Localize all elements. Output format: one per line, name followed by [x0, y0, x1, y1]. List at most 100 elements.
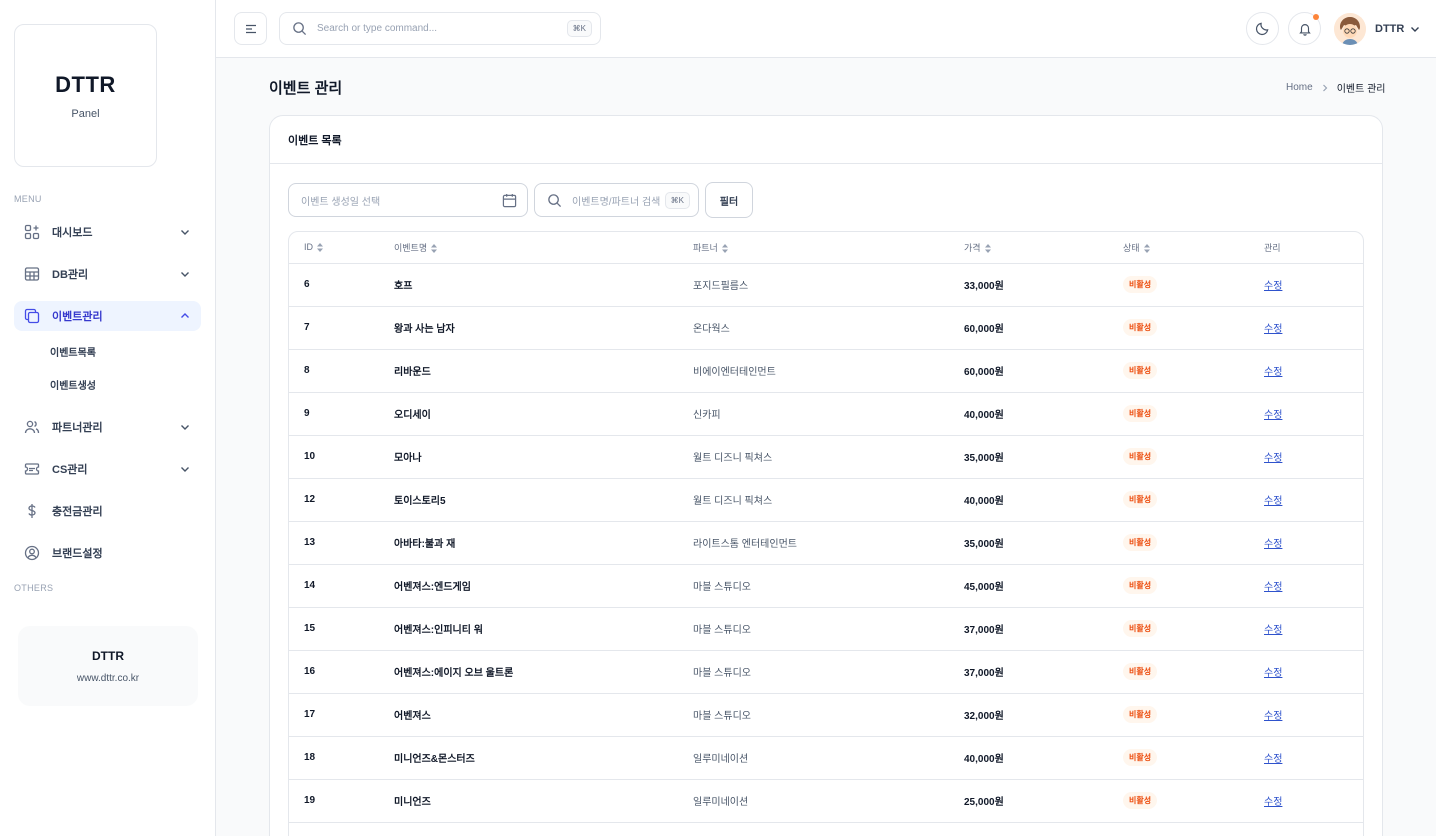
sort-icon — [984, 243, 991, 253]
chevron-down-icon — [181, 467, 189, 472]
event-date-picker[interactable]: 이벤트 생성일 선택 — [288, 183, 528, 217]
status-badge: 비활성 — [1123, 448, 1158, 465]
cell-action: 수정 — [1264, 693, 1363, 737]
sidebar-item-events[interactable]: 이벤트관리 — [14, 301, 201, 331]
date-placeholder: 이벤트 생성일 선택 — [301, 196, 381, 208]
cell-price: 45,000원 — [964, 564, 1123, 608]
cell-status: 비활성 — [1123, 349, 1264, 393]
edit-link[interactable]: 수정 — [1264, 453, 1282, 464]
cell-action: 수정 — [1264, 521, 1363, 565]
menu-section-label: MENU — [14, 194, 42, 204]
edit-link[interactable]: 수정 — [1264, 496, 1282, 507]
edit-link[interactable]: 수정 — [1264, 582, 1282, 593]
table-row: 15 어벤져스:인피니티 워 마블 스튜디오 37,000원 비활성 수정 — [289, 607, 1363, 651]
sidebar-toggle-button[interactable] — [234, 12, 267, 45]
table-body: 6 호프 포지드필름스 33,000원 비활성 수정 7 왕과 사는 남자 온다웍스 60,000… — [289, 263, 1363, 823]
status-badge: 비활성 — [1123, 663, 1158, 680]
edit-link[interactable]: 수정 — [1264, 367, 1282, 378]
cell-id: 8 — [289, 349, 394, 393]
edit-link[interactable]: 수정 — [1264, 625, 1282, 636]
event-table: ID 이벤트명 파트너 가격 상태 관리 6 호프 포지드필름스 33,000원 비활성… — [288, 231, 1364, 836]
search-icon — [293, 22, 307, 36]
sidebar-item-charge[interactable]: 충전금관리 — [14, 496, 201, 526]
cell-partner: 마블 스튜디오 — [693, 650, 964, 694]
table-icon — [24, 266, 40, 282]
others-section-label: OTHERS — [14, 583, 54, 593]
sidebar-item-db[interactable]: DB관리 — [14, 259, 201, 289]
table-header-row: ID 이벤트명 파트너 가격 상태 관리 — [289, 232, 1363, 264]
promo-card: DTTR www.dttr.co.kr — [18, 626, 198, 706]
table-row: 16 어벤져스:에이지 오브 울트론 마블 스튜디오 37,000원 비활성 수정 — [289, 650, 1363, 694]
moon-icon — [1255, 22, 1269, 36]
cell-id: 18 — [289, 736, 394, 780]
global-search[interactable]: Search or type command... ⌘K — [279, 12, 601, 45]
sidebar-item-dashboard[interactable]: 대시보드 — [14, 217, 201, 247]
column-header-price[interactable]: 가격 — [964, 232, 1123, 264]
table-row: 18 미니언즈&몬스터즈 일루미네이션 40,000원 비활성 수정 — [289, 736, 1363, 780]
edit-link[interactable]: 수정 — [1264, 539, 1282, 550]
cell-id: 17 — [289, 693, 394, 737]
sidebar-subitem-event-create[interactable]: 이벤트생성 — [14, 368, 201, 401]
cell-partner: 월트 디즈니 픽쳐스 — [693, 478, 964, 522]
sidebar-item-label: CS관리 — [52, 464, 88, 476]
cell-id: 19 — [289, 779, 394, 823]
cell-partner: 온다웍스 — [693, 306, 964, 350]
promo-url[interactable]: www.dttr.co.kr — [77, 673, 139, 684]
column-header-id[interactable]: ID — [289, 232, 394, 264]
cell-price: 60,000원 — [964, 306, 1123, 350]
sidebar-item-label: 충전금관리 — [52, 506, 103, 518]
cell-action: 수정 — [1264, 607, 1363, 651]
edit-link[interactable]: 수정 — [1264, 797, 1282, 808]
cell-price: 33,000원 — [964, 263, 1123, 307]
brand-logo-card[interactable]: DTTR Panel — [14, 24, 157, 167]
cell-id: 10 — [289, 435, 394, 479]
sidebar: DTTR Panel MENU 대시보드 DB관리 이벤트관리 이벤트목록 이벤… — [0, 0, 216, 836]
cell-price: 37,000원 — [964, 607, 1123, 651]
sidebar-item-brand-settings[interactable]: 브랜드설정 — [14, 538, 201, 568]
cell-event-name: 토이스토리5 — [394, 478, 693, 522]
edit-link[interactable]: 수정 — [1264, 754, 1282, 765]
table-row: 17 어벤져스 마블 스튜디오 32,000원 비활성 수정 — [289, 693, 1363, 737]
cell-status: 비활성 — [1123, 607, 1264, 651]
table-row: 12 토이스토리5 월트 디즈니 픽쳐스 40,000원 비활성 수정 — [289, 478, 1363, 522]
brand-title: DTTR — [55, 71, 116, 97]
cell-action: 수정 — [1264, 263, 1363, 307]
cell-price: 32,000원 — [964, 693, 1123, 737]
sidebar-nav-events: 이벤트관리 이벤트목록 이벤트생성 — [14, 301, 201, 401]
edit-link[interactable]: 수정 — [1264, 410, 1282, 421]
column-header-name[interactable]: 이벤트명 — [394, 232, 693, 264]
sidebar-nav-charge: 충전금관리 — [14, 496, 201, 526]
column-header-partner[interactable]: 파트너 — [693, 232, 964, 264]
sidebar-item-label: 대시보드 — [52, 227, 93, 239]
edit-link[interactable]: 수정 — [1264, 324, 1282, 335]
filter-button[interactable]: 필터 — [705, 182, 753, 218]
cell-price: 25,000원 — [964, 779, 1123, 823]
sidebar-item-cs[interactable]: CS관리 — [14, 454, 201, 484]
sidebar-item-partners[interactable]: 파트너관리 — [14, 412, 201, 442]
cell-action: 수정 — [1264, 650, 1363, 694]
status-badge: 비활성 — [1123, 792, 1158, 809]
user-menu[interactable]: DTTR — [1334, 12, 1421, 45]
edit-link[interactable]: 수정 — [1264, 668, 1282, 679]
sidebar-nav-cs: CS관리 — [14, 454, 201, 484]
column-header-status[interactable]: 상태 — [1123, 232, 1264, 264]
users-icon — [24, 419, 40, 435]
cell-status: 비활성 — [1123, 263, 1264, 307]
theme-toggle-button[interactable] — [1246, 12, 1279, 45]
event-search-input[interactable]: 이벤트명/파트너 검색 ⌘K — [534, 183, 699, 217]
status-badge: 비활성 — [1123, 577, 1158, 594]
cell-status: 비활성 — [1123, 306, 1264, 350]
sidebar-item-label: 이벤트관리 — [52, 311, 103, 323]
cell-event-name: 리바운드 — [394, 349, 693, 393]
cell-event-name: 모아나 — [394, 435, 693, 479]
sidebar-subitem-event-list[interactable]: 이벤트목록 — [14, 335, 201, 368]
dollar-icon — [24, 503, 40, 519]
edit-link[interactable]: 수정 — [1264, 281, 1282, 292]
cell-price: 37,000원 — [964, 650, 1123, 694]
cell-id: 12 — [289, 478, 394, 522]
cell-id: 13 — [289, 521, 394, 565]
notifications-button[interactable] — [1288, 12, 1321, 45]
user-name: DTTR — [1375, 22, 1405, 35]
breadcrumb-home[interactable]: Home — [1286, 82, 1313, 93]
edit-link[interactable]: 수정 — [1264, 711, 1282, 722]
